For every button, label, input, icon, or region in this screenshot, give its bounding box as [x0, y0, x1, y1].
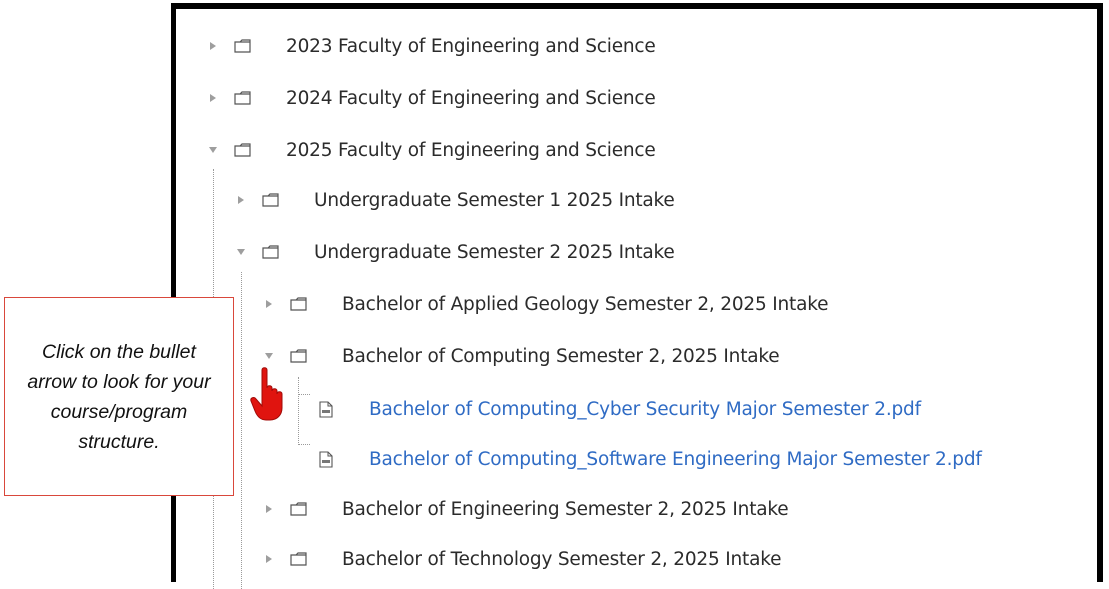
triangle-down-icon[interactable]	[206, 143, 220, 157]
tree-item-software-engineering-pdf[interactable]: Bachelor of Computing_Software Engineeri…	[319, 439, 982, 479]
folder-icon	[290, 348, 308, 364]
folder-tree-panel: 2023 Faculty of Engineering and Science …	[171, 3, 1103, 589]
tree-guide-line	[298, 444, 310, 445]
tree-guide-line	[298, 394, 310, 395]
folder-icon	[290, 296, 308, 312]
instruction-callout: Click on the bullet arrow to look for yo…	[4, 297, 234, 496]
triangle-right-icon[interactable]	[234, 193, 248, 207]
pdf-file-icon	[319, 450, 335, 468]
tree-item-label[interactable]: Bachelor of Technology Semester 2, 2025 …	[342, 549, 781, 570]
folder-icon	[262, 244, 280, 260]
tree-item-label[interactable]: 2023 Faculty of Engineering and Science	[286, 36, 656, 57]
tree-item-label[interactable]: 2025 Faculty of Engineering and Science	[286, 140, 656, 161]
tree-item-ug-sem1-2025[interactable]: Undergraduate Semester 1 2025 Intake	[234, 180, 675, 220]
tree-item-technology[interactable]: Bachelor of Technology Semester 2, 2025 …	[262, 539, 781, 579]
hand-pointer-icon	[250, 366, 292, 426]
tree-item-computing[interactable]: Bachelor of Computing Semester 2, 2025 I…	[262, 336, 780, 376]
tree-item-label[interactable]: Bachelor of Computing Semester 2, 2025 I…	[342, 346, 780, 367]
tree-item-label[interactable]: Bachelor of Applied Geology Semester 2, …	[342, 294, 828, 315]
folder-icon	[234, 142, 252, 158]
tree-item-label[interactable]: Undergraduate Semester 2 2025 Intake	[314, 242, 675, 263]
triangle-right-icon[interactable]	[262, 552, 276, 566]
tree-item-applied-geology[interactable]: Bachelor of Applied Geology Semester 2, …	[262, 284, 828, 324]
pdf-file-icon	[319, 400, 335, 418]
triangle-right-icon[interactable]	[206, 39, 220, 53]
tree-guide-line	[241, 272, 242, 589]
tree-item-label[interactable]: 2024 Faculty of Engineering and Science	[286, 88, 656, 109]
folder-icon	[290, 551, 308, 567]
triangle-right-icon[interactable]	[206, 91, 220, 105]
tree-item-engineering[interactable]: Bachelor of Engineering Semester 2, 2025…	[262, 489, 789, 529]
tree-item-2025-faculty[interactable]: 2025 Faculty of Engineering and Science	[206, 130, 656, 170]
tree-item-label[interactable]: Bachelor of Engineering Semester 2, 2025…	[342, 499, 789, 520]
triangle-down-icon[interactable]	[234, 245, 248, 259]
triangle-down-icon[interactable]	[262, 349, 276, 363]
tree-item-ug-sem2-2025[interactable]: Undergraduate Semester 2 2025 Intake	[234, 232, 675, 272]
tree-item-label[interactable]: Undergraduate Semester 1 2025 Intake	[314, 190, 675, 211]
folder-icon	[262, 192, 280, 208]
triangle-right-icon[interactable]	[262, 297, 276, 311]
tree-item-2024-faculty[interactable]: 2024 Faculty of Engineering and Science	[206, 78, 656, 118]
tree-item-cyber-security-pdf[interactable]: Bachelor of Computing_Cyber Security Maj…	[319, 389, 921, 429]
folder-icon	[234, 38, 252, 54]
folder-icon	[234, 90, 252, 106]
tree-item-2023-faculty[interactable]: 2023 Faculty of Engineering and Science	[206, 26, 656, 66]
callout-text: Click on the bullet arrow to look for yo…	[27, 340, 211, 453]
folder-icon	[290, 501, 308, 517]
tree-guide-line	[298, 377, 299, 445]
pdf-link[interactable]: Bachelor of Computing_Cyber Security Maj…	[369, 399, 921, 420]
triangle-right-icon[interactable]	[262, 502, 276, 516]
pdf-link[interactable]: Bachelor of Computing_Software Engineeri…	[369, 449, 982, 470]
